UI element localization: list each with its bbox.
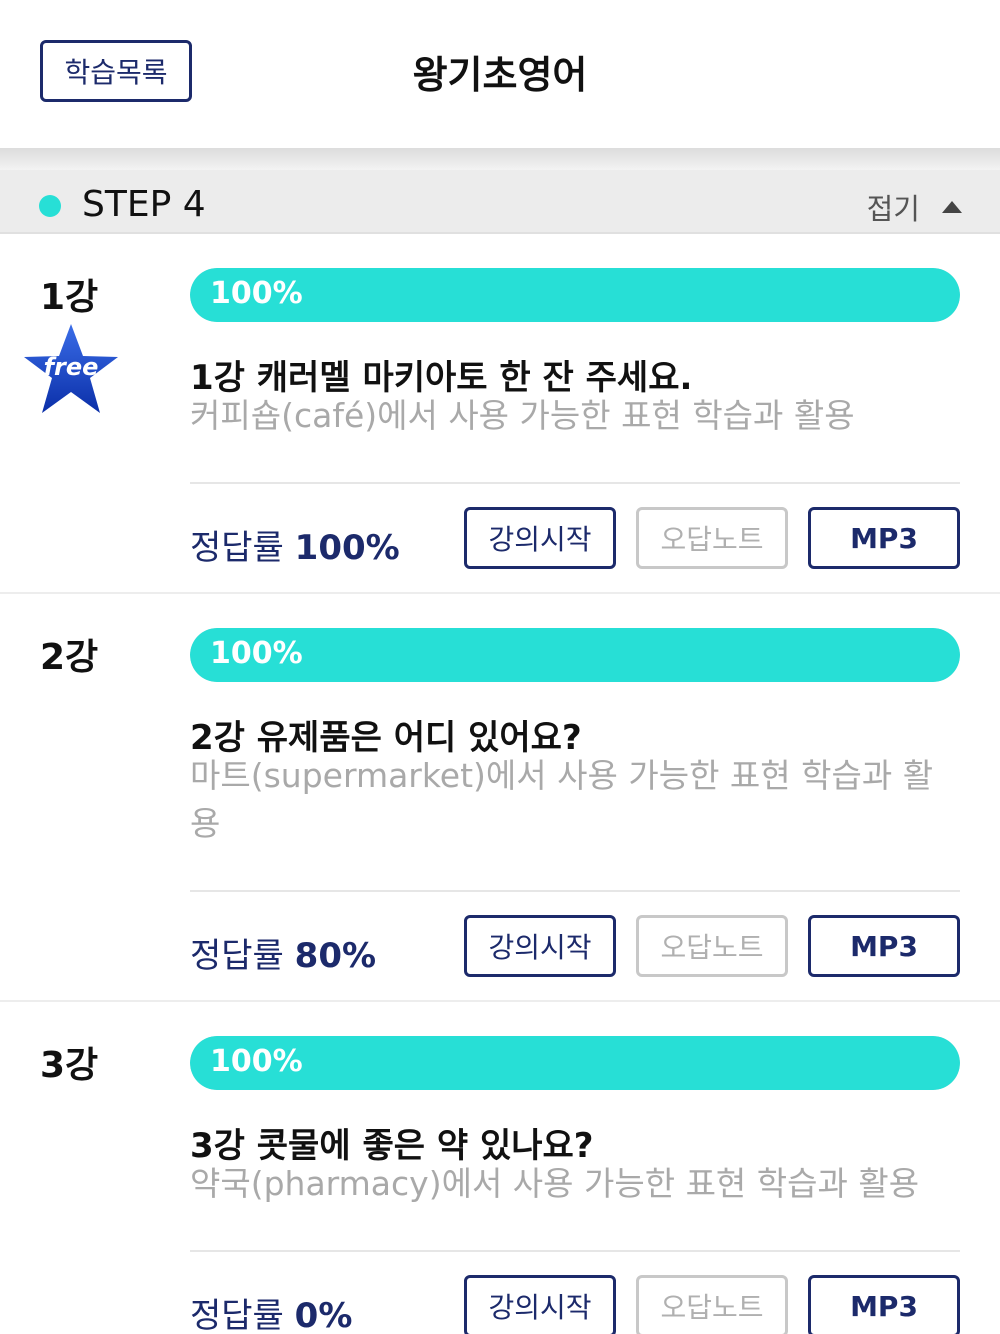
correct-rate: 정답률 0%	[190, 1288, 352, 1334]
progress-bar: 100%	[190, 628, 960, 682]
step-header[interactable]: STEP 4 접기	[0, 170, 1000, 234]
mp3-button[interactable]: MP3	[808, 915, 960, 977]
mp3-button[interactable]: MP3	[808, 1275, 960, 1334]
correct-rate-label: 정답률	[190, 936, 284, 976]
page-title: 왕기초영어	[412, 53, 588, 97]
wrong-answer-note-button[interactable]: 오답노트	[636, 915, 788, 977]
divider	[190, 890, 960, 892]
mp3-button[interactable]: MP3	[808, 507, 960, 569]
progress-label: 100%	[210, 636, 303, 671]
step-label: STEP 4	[82, 184, 206, 225]
start-lecture-button[interactable]: 강의시작	[464, 1275, 616, 1334]
progress-label: 100%	[210, 1044, 303, 1079]
wrong-answer-note-button[interactable]: 오답노트	[636, 1275, 788, 1334]
progress-fill	[190, 268, 960, 322]
correct-rate-value: 100%	[294, 528, 400, 568]
lecture-item: 2강 100% 2강 유제품은 어디 있어요? 마트(supermarket)에…	[0, 594, 1000, 1002]
progress-bar: 100%	[190, 268, 960, 322]
step-dot-icon	[39, 195, 61, 217]
correct-rate-value: 0%	[294, 1296, 353, 1334]
correct-rate: 정답률 80%	[190, 928, 376, 977]
top-header: 학습목록 왕기초영어	[0, 0, 1000, 148]
lecture-item: 1강 free 100% 1강 캐러멜 마키아토 한 잔 주세요. 커피숍(ca…	[0, 234, 1000, 594]
correct-rate-label: 정답률	[190, 1296, 284, 1334]
collapse-label: 접기	[866, 192, 920, 226]
lecture-description: 마트(supermarket)에서 사용 가능한 표현 학습과 활용	[190, 756, 934, 843]
lecture-number: 3강	[40, 1045, 99, 1086]
start-lecture-button[interactable]: 강의시작	[464, 507, 616, 569]
progress-fill	[190, 628, 960, 682]
header-shadow	[0, 148, 1000, 170]
lecture-number: 1강	[40, 277, 99, 318]
lecture-description: 약국(pharmacy)에서 사용 가능한 표현 학습과 활용	[190, 1164, 920, 1203]
progress-fill	[190, 1036, 960, 1090]
divider	[190, 482, 960, 484]
divider	[190, 1250, 960, 1252]
free-star-badge: free	[22, 322, 120, 416]
correct-rate-label: 정답률	[190, 528, 284, 568]
lecture-number: 2강	[40, 637, 99, 678]
progress-bar: 100%	[190, 1036, 960, 1090]
lecture-item: 3강 100% 3강 콧물에 좋은 약 있나요? 약국(pharmacy)에서 …	[0, 1002, 1000, 1334]
progress-label: 100%	[210, 276, 303, 311]
caret-up-icon	[942, 201, 962, 213]
start-lecture-button[interactable]: 강의시작	[464, 915, 616, 977]
free-label: free	[43, 353, 99, 381]
correct-rate: 정답률 100%	[190, 520, 400, 569]
wrong-answer-note-button[interactable]: 오답노트	[636, 507, 788, 569]
correct-rate-value: 80%	[294, 936, 377, 976]
lecture-description: 커피숍(café)에서 사용 가능한 표현 학습과 활용	[190, 396, 855, 435]
collapse-toggle[interactable]: 접기	[867, 186, 962, 228]
